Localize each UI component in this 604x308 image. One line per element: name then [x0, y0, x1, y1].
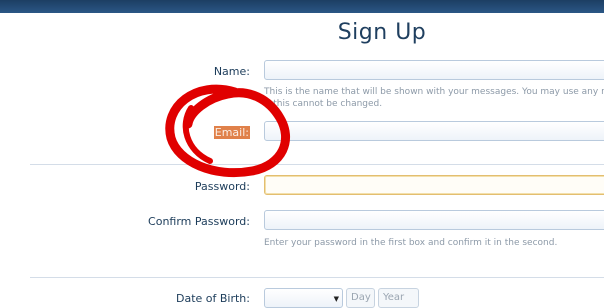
confirm-password-input[interactable]: [264, 210, 604, 230]
email-label: Email:: [213, 126, 250, 139]
email-label-wrapper: Email:: [0, 126, 250, 139]
dob-month-select[interactable]: ▼: [264, 288, 343, 308]
chevron-down-icon: ▼: [333, 295, 339, 303]
page-title: Sign Up: [337, 20, 427, 45]
password-input[interactable]: [264, 175, 604, 195]
section-divider: [30, 164, 604, 165]
password-label: Password:: [194, 180, 250, 193]
confirm-password-hint: Enter your password in the first box and…: [264, 238, 558, 248]
dob-label: Date of Birth:: [175, 292, 250, 305]
confirm-password-label: Confirm Password:: [148, 215, 250, 228]
annotation-circle: [165, 84, 291, 178]
name-label: Name:: [213, 65, 250, 78]
name-input[interactable]: [264, 60, 604, 80]
name-hint-line1: This is the name that will be shown with…: [264, 87, 604, 97]
email-input[interactable]: [264, 121, 604, 141]
section-divider-2: [30, 277, 604, 278]
header-bar: [0, 0, 604, 13]
dob-year-input[interactable]: Year: [378, 288, 419, 308]
dob-day-input[interactable]: Day: [346, 288, 375, 308]
name-hint-line2: t, this cannot be changed.: [264, 99, 383, 109]
